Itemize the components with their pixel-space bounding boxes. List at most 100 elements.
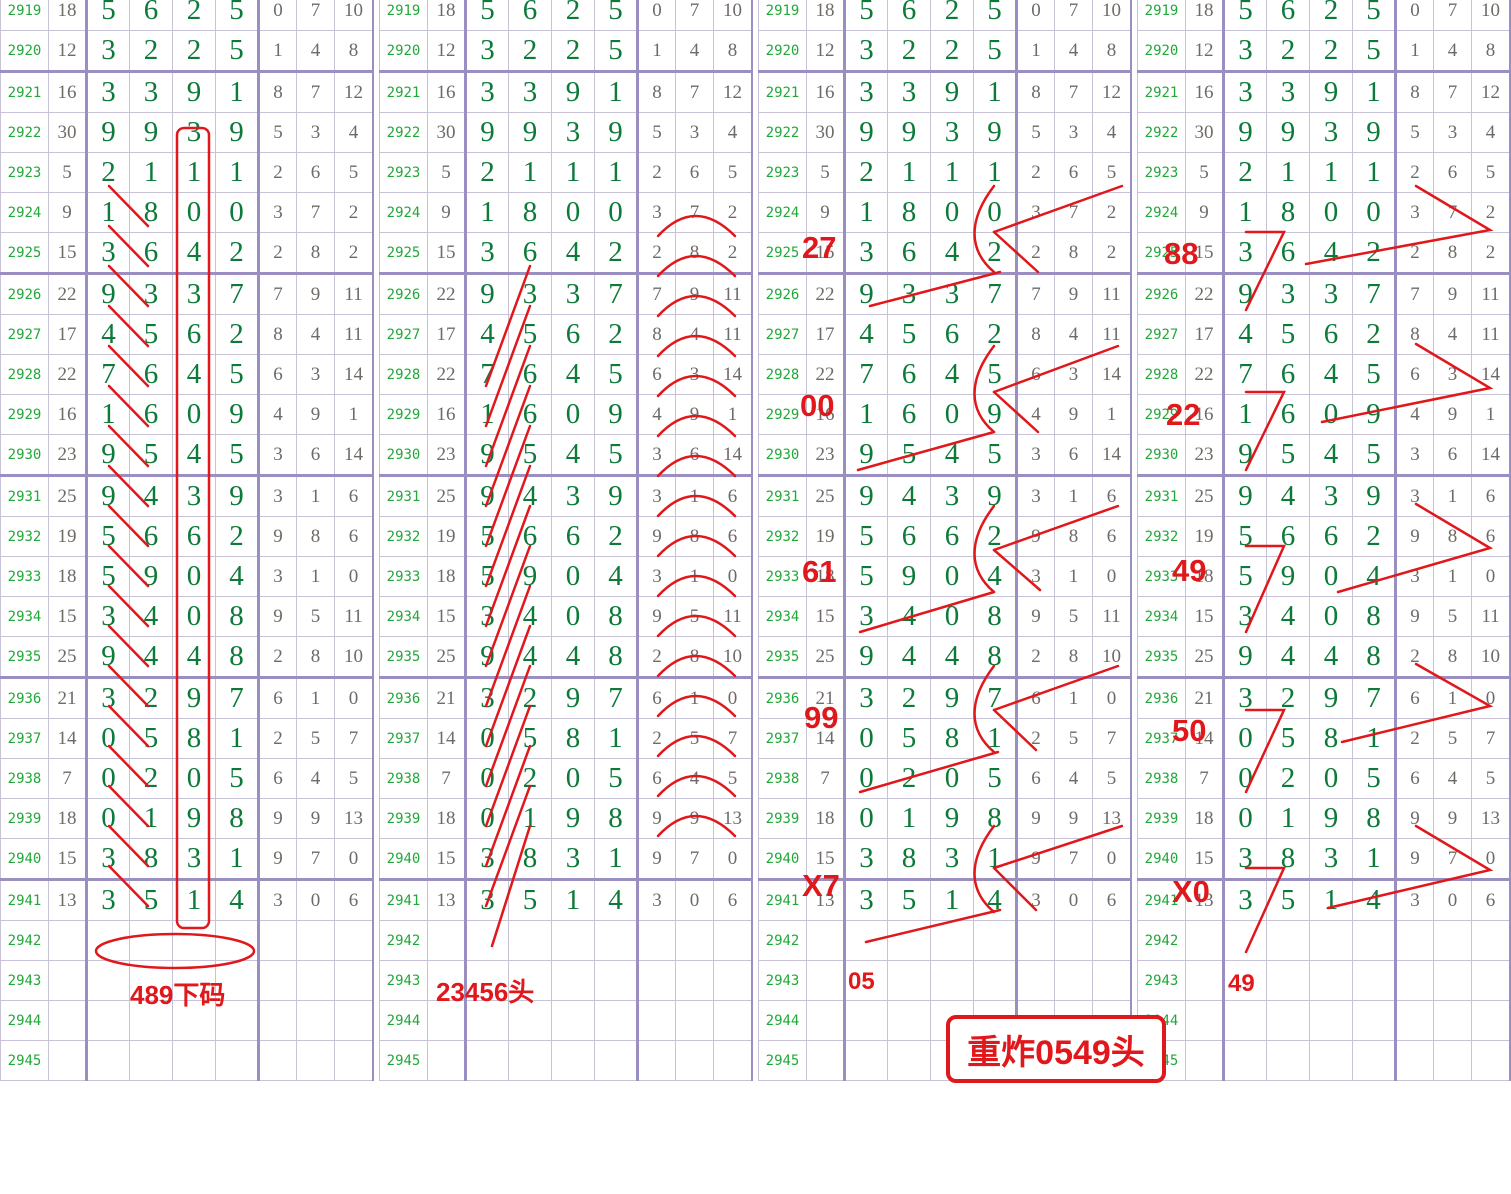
period-cell: 2940 xyxy=(379,838,428,880)
digit-cell xyxy=(215,920,260,961)
small-digit-cell: 5 xyxy=(1433,718,1472,759)
small-digit-cell xyxy=(1092,920,1132,961)
digit-cell: 5 xyxy=(887,434,931,476)
sum-cell: 7 xyxy=(48,758,87,799)
digit-cell xyxy=(508,920,552,961)
small-digit-cell: 4 xyxy=(675,314,714,355)
digit-cell: 1 xyxy=(887,798,931,839)
small-digit-cell: 6 xyxy=(675,152,714,193)
digit-cell: 5 xyxy=(85,0,130,31)
small-digit-cell: 3 xyxy=(1395,192,1434,233)
period-cell: 2927 xyxy=(0,314,49,355)
small-digit-cell: 14 xyxy=(713,354,753,395)
sum-cell: 12 xyxy=(427,30,466,72)
digit-cell: 4 xyxy=(1266,596,1310,637)
period-cell: 2935 xyxy=(1137,636,1186,678)
small-digit-cell: 4 xyxy=(296,314,335,355)
small-digit-cell: 7 xyxy=(1471,718,1511,759)
digit-cell: 1 xyxy=(973,718,1018,759)
small-digit-cell: 5 xyxy=(334,758,374,799)
digit-cell: 1 xyxy=(973,152,1018,193)
period-cell: 2929 xyxy=(379,394,428,435)
small-digit-cell: 3 xyxy=(258,878,297,921)
digit-cell xyxy=(594,920,639,961)
small-digit-cell xyxy=(1471,1040,1511,1081)
digit-cell: 0 xyxy=(551,556,595,597)
digit-cell: 5 xyxy=(843,516,888,557)
period-cell: 2928 xyxy=(1137,354,1186,395)
small-digit-cell xyxy=(1433,960,1472,1001)
digit-cell: 9 xyxy=(215,112,260,153)
digit-cell: 0 xyxy=(930,556,974,597)
digit-cell: 9 xyxy=(551,676,595,719)
period-cell: 2941 xyxy=(758,878,807,921)
digit-cell: 8 xyxy=(1309,718,1353,759)
period-cell: 2945 xyxy=(758,1040,807,1081)
digit-cell xyxy=(594,1040,639,1081)
digit-cell: 4 xyxy=(464,314,509,355)
small-digit-cell: 14 xyxy=(1092,354,1132,395)
small-digit-cell xyxy=(675,920,714,961)
digit-cell: 0 xyxy=(973,192,1018,233)
small-digit-cell: 9 xyxy=(1395,516,1434,557)
small-digit-cell: 9 xyxy=(296,798,335,839)
table-row: 2920 12 3 2 2 5 1 4 8 xyxy=(0,30,374,72)
small-digit-cell: 2 xyxy=(1395,718,1434,759)
small-digit-cell: 1 xyxy=(1016,30,1055,72)
digit-cell: 0 xyxy=(930,394,974,435)
digit-cell: 4 xyxy=(1309,232,1353,274)
sum-cell: 18 xyxy=(427,556,466,597)
sum-cell: 30 xyxy=(806,112,845,153)
table-row: 2921 16 3 3 9 1 8 7 12 xyxy=(758,70,1132,113)
small-digit-cell: 8 xyxy=(1395,314,1434,355)
small-digit-cell: 3 xyxy=(258,434,297,476)
digit-cell: 9 xyxy=(973,394,1018,435)
digit-cell: 9 xyxy=(1222,434,1267,476)
sum-cell: 12 xyxy=(48,30,87,72)
sum-cell: 15 xyxy=(427,596,466,637)
digit-cell: 9 xyxy=(594,474,639,517)
digit-cell: 4 xyxy=(172,354,216,395)
sum-cell xyxy=(1185,920,1224,961)
table-row: 2931 25 9 4 3 9 3 1 6 xyxy=(379,474,753,517)
small-digit-cell: 8 xyxy=(1471,30,1511,72)
sum-cell: 21 xyxy=(48,676,87,719)
period-cell: 2944 xyxy=(758,1000,807,1041)
period-cell: 2941 xyxy=(379,878,428,921)
small-digit-cell: 8 xyxy=(334,30,374,72)
digit-cell: 9 xyxy=(464,636,509,678)
table-row: 2930 23 9 5 4 5 3 6 14 xyxy=(0,434,374,476)
digit-cell: 5 xyxy=(1266,434,1310,476)
small-digit-cell: 10 xyxy=(1471,0,1511,31)
digit-cell: 9 xyxy=(215,474,260,517)
digit-cell: 3 xyxy=(464,30,509,72)
small-digit-cell: 6 xyxy=(713,516,753,557)
small-digit-cell: 2 xyxy=(1016,232,1055,274)
sum-cell: 15 xyxy=(48,596,87,637)
lottery-trend-chart: 2919 18 5 6 2 5 0 7 10 2920 12 3 2 2 5 1 4 8 2921 16 3 3 9 1 8 7 1… xyxy=(0,0,1511,1194)
small-digit-cell: 9 xyxy=(637,838,676,880)
digit-cell: 9 xyxy=(172,70,216,113)
sum-cell: 15 xyxy=(48,838,87,880)
table-row: 2935 25 9 4 4 8 2 8 10 xyxy=(379,636,753,678)
digit-cell: 5 xyxy=(887,718,931,759)
digit-cell: 5 xyxy=(1352,354,1397,395)
small-digit-cell: 4 xyxy=(296,30,335,72)
sum-cell: 7 xyxy=(1185,758,1224,799)
small-digit-cell: 13 xyxy=(1471,798,1511,839)
sum-cell: 25 xyxy=(806,474,845,517)
trend-panel-1: 2919 18 5 6 2 5 0 7 10 2920 12 3 2 2 5 1 4 8 2921 16 3 3 9 1 8 7 1… xyxy=(0,0,374,1090)
small-digit-cell: 12 xyxy=(334,70,374,113)
table-row: 2919 18 5 6 2 5 0 7 10 xyxy=(758,0,1132,31)
table-row: 2922 30 9 9 3 9 5 3 4 xyxy=(0,112,374,153)
digit-cell: 1 xyxy=(215,70,260,113)
sum-cell xyxy=(427,1040,466,1081)
small-digit-cell: 4 xyxy=(334,112,374,153)
small-digit-cell: 9 xyxy=(258,596,297,637)
pair-label: 00 xyxy=(800,388,835,423)
period-cell: 2939 xyxy=(1137,798,1186,839)
small-digit-cell xyxy=(1395,920,1434,961)
digit-cell: 4 xyxy=(973,556,1018,597)
digit-cell: 4 xyxy=(1309,354,1353,395)
period-cell: 2930 xyxy=(379,434,428,476)
